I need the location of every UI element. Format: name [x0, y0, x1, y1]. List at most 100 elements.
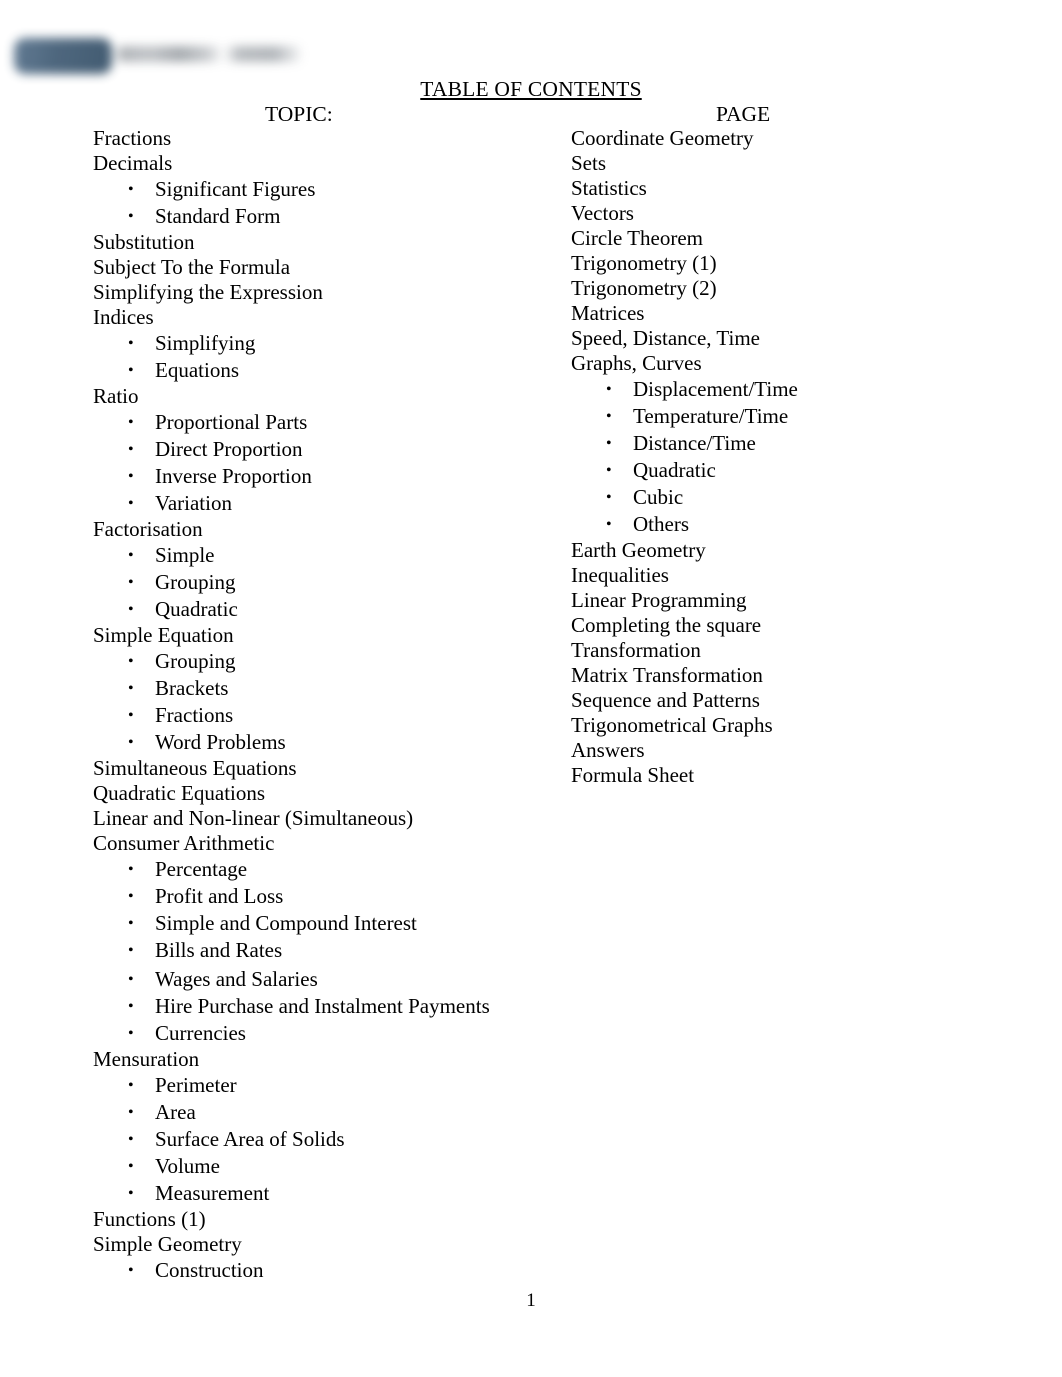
toc-item-label: Quadratic Equations — [93, 781, 266, 805]
toc-subitem[interactable]: • Inverse Proportion — [93, 463, 563, 490]
toc-subitem[interactable]: • Fractions — [93, 702, 563, 729]
bullet-icon: • — [128, 547, 134, 564]
toc-subitem[interactable]: • Bills and Rates — [93, 937, 563, 964]
toc-subitem-label: Quadratic — [155, 597, 238, 621]
toc-item[interactable]: Sequence and Patterns — [571, 688, 1041, 713]
toc-item[interactable]: Quadratic Equations — [93, 781, 563, 806]
toc-item-label: Vectors — [571, 201, 634, 225]
bullet-icon: • — [128, 601, 134, 618]
toc-subitem[interactable]: • Simplifying — [93, 330, 563, 357]
page-title-text: TABLE OF CONTENTS — [420, 77, 642, 101]
toc-subitem-label: Proportional Parts — [155, 410, 308, 434]
toc-subitem[interactable]: • Standard Form — [93, 203, 563, 230]
toc-subitem[interactable]: • Significant Figures — [93, 176, 563, 203]
toc-subitem[interactable]: • Grouping — [93, 569, 563, 596]
toc-item[interactable]: Completing the square — [571, 613, 1041, 638]
toc-item[interactable]: Circle Theorem — [571, 226, 1041, 251]
toc-subitem[interactable]: • Word Problems — [93, 729, 563, 756]
toc-item[interactable]: Matrices — [571, 301, 1041, 326]
bullet-icon: • — [128, 942, 134, 959]
toc-item[interactable]: Trigonometrical Graphs — [571, 713, 1041, 738]
toc-item-label: Graphs, Curves — [571, 351, 702, 375]
toc-subitem[interactable]: • Equations — [93, 357, 563, 384]
toc-subitem-label: Equations — [155, 358, 239, 382]
bullet-icon: • — [128, 680, 134, 697]
toc-item[interactable]: Subject To the Formula — [93, 255, 563, 280]
toc-subitem[interactable]: • Profit and Loss — [93, 883, 563, 910]
toc-subitem[interactable]: • Simple — [93, 542, 563, 569]
toc-subitem[interactable]: • Volume — [93, 1153, 563, 1180]
toc-item[interactable]: Ratio — [93, 384, 563, 409]
toc-subitem[interactable]: • Measurement — [93, 1180, 563, 1207]
page-number: 1 — [526, 1290, 536, 1311]
toc-item[interactable]: Linear and Non-linear (Simultaneous) — [93, 806, 563, 831]
toc-item[interactable]: Simplifying the Expression — [93, 280, 563, 305]
toc-item[interactable]: Statistics — [571, 176, 1041, 201]
toc-subitem-label: Fractions — [155, 703, 234, 727]
toc-subitem[interactable]: • Wages and Salaries — [93, 966, 563, 993]
toc-item[interactable]: Answers — [571, 738, 1041, 763]
toc-item[interactable]: Coordinate Geometry — [571, 126, 1041, 151]
toc-item-label: Earth Geometry — [571, 538, 706, 562]
toc-item[interactable]: Simultaneous Equations — [93, 756, 563, 781]
toc-item-label: Completing the square — [571, 613, 762, 637]
toc-subitem[interactable]: • Variation — [93, 490, 563, 517]
bullet-icon: • — [128, 1158, 134, 1175]
toc-subitem[interactable]: • Perimeter — [93, 1072, 563, 1099]
toc-subitem[interactable]: • Area — [93, 1099, 563, 1126]
toc-item[interactable]: Linear Programming — [571, 588, 1041, 613]
toc-item[interactable]: Speed, Distance, Time — [571, 326, 1041, 351]
toc-item[interactable]: Indices — [93, 305, 563, 330]
toc-item[interactable]: Transformation — [571, 638, 1041, 663]
toc-subitem[interactable]: • Quadratic — [93, 596, 563, 623]
toc-subitem-label: Wages and Salaries — [155, 967, 318, 991]
bullet-icon: • — [128, 208, 134, 225]
toc-item[interactable]: Mensuration — [93, 1047, 563, 1072]
toc-item[interactable]: Simple Equation — [93, 623, 563, 648]
toc-item[interactable]: Vectors — [571, 201, 1041, 226]
toc-subitem[interactable]: • Others — [571, 511, 1041, 538]
bullet-icon: • — [128, 181, 134, 198]
toc-subitem[interactable]: • Percentage — [93, 856, 563, 883]
toc-item[interactable]: Formula Sheet — [571, 763, 1041, 788]
toc-item[interactable]: Consumer Arithmetic — [93, 831, 563, 856]
toc-item[interactable]: Factorisation — [93, 517, 563, 542]
toc-subitem-label: Inverse Proportion — [155, 464, 312, 488]
toc-item[interactable]: Substitution — [93, 230, 563, 255]
toc-item[interactable]: Sets — [571, 151, 1041, 176]
toc-item[interactable]: Simple Geometry — [93, 1232, 563, 1257]
toc-subitem[interactable]: • Temperature/Time — [571, 403, 1041, 430]
toc-item-label: Circle Theorem — [571, 226, 703, 250]
toc-item-label: Trigonometry (2) — [571, 276, 717, 300]
toc-subitem[interactable]: • Simple and Compound Interest — [93, 910, 563, 937]
toc-subitem[interactable]: • Currencies — [93, 1020, 563, 1047]
toc-subitem[interactable]: • Grouping — [93, 648, 563, 675]
toc-subitem[interactable]: • Distance/Time — [571, 430, 1041, 457]
toc-subitem-label: Direct Proportion — [155, 437, 303, 461]
toc-subitem[interactable]: • Direct Proportion — [93, 436, 563, 463]
toc-item-label: Matrices — [571, 301, 645, 325]
toc-item[interactable]: Functions (1) — [93, 1207, 563, 1232]
bullet-icon: • — [128, 998, 134, 1015]
toc-item[interactable]: Matrix Transformation — [571, 663, 1041, 688]
toc-subitem[interactable]: • Proportional Parts — [93, 409, 563, 436]
bullet-icon: • — [128, 1262, 134, 1279]
toc-subitem-label: Brackets — [155, 676, 229, 700]
toc-item[interactable]: Graphs, Curves — [571, 351, 1041, 376]
toc-item[interactable]: Inequalities — [571, 563, 1041, 588]
toc-subitem[interactable]: • Cubic — [571, 484, 1041, 511]
toc-item[interactable]: Trigonometry (2) — [571, 276, 1041, 301]
toc-subitem[interactable]: • Construction — [93, 1257, 563, 1284]
toc-subitem[interactable]: • Hire Purchase and Instalment Payments — [93, 993, 563, 1020]
toc-subitem[interactable]: • Surface Area of Solids — [93, 1126, 563, 1153]
toc-item[interactable]: Trigonometry (1) — [571, 251, 1041, 276]
toc-subitem[interactable]: • Brackets — [93, 675, 563, 702]
toc-item[interactable]: Fractions — [93, 126, 563, 151]
toc-subitem[interactable]: • Displacement/Time — [571, 376, 1041, 403]
toc-subitem[interactable]: • Quadratic — [571, 457, 1041, 484]
toc-item[interactable]: Decimals — [93, 151, 563, 176]
toc-left-column: Fractions Decimals • Significant Figures • St… — [93, 126, 563, 1284]
toc-item[interactable]: Earth Geometry — [571, 538, 1041, 563]
bullet-icon: • — [128, 414, 134, 431]
toc-item-label: Simple Geometry — [93, 1232, 242, 1256]
